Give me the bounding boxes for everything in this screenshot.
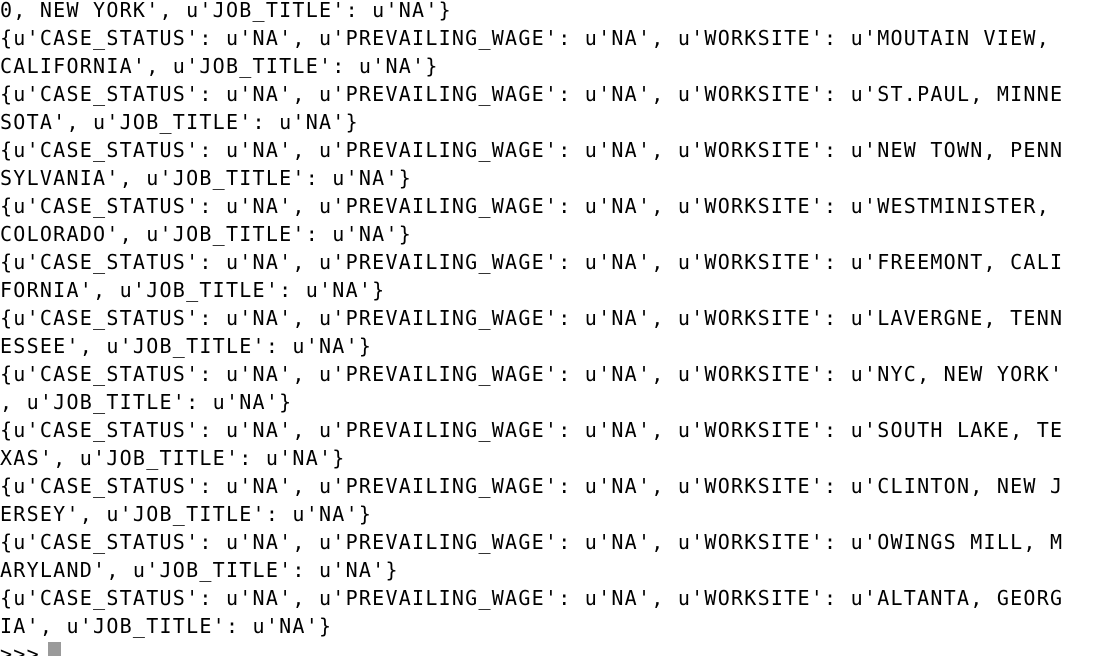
output-line: , u'JOB_TITLE': u'NA'} — [0, 390, 293, 414]
output-line: {u'CASE_STATUS': u'NA', u'PREVAILING_WAG… — [0, 362, 1064, 386]
output-line: {u'CASE_STATUS': u'NA', u'PREVAILING_WAG… — [0, 26, 1064, 50]
output-line: {u'CASE_STATUS': u'NA', u'PREVAILING_WAG… — [0, 418, 1064, 442]
output-line: {u'CASE_STATUS': u'NA', u'PREVAILING_WAG… — [0, 586, 1064, 610]
output-line: FORNIA', u'JOB_TITLE': u'NA'} — [0, 278, 386, 302]
output-line: XAS', u'JOB_TITLE': u'NA'} — [0, 446, 346, 470]
command-prompt-line[interactable]: >>> — [0, 640, 1063, 656]
output-line: {u'CASE_STATUS': u'NA', u'PREVAILING_WAG… — [0, 138, 1064, 162]
output-line: ARYLAND', u'JOB_TITLE': u'NA'} — [0, 558, 399, 582]
prompt-symbol: >>> — [0, 642, 40, 656]
output-line: {u'CASE_STATUS': u'NA', u'PREVAILING_WAG… — [0, 474, 1064, 498]
output-line: {u'CASE_STATUS': u'NA', u'PREVAILING_WAG… — [0, 194, 1064, 218]
output-line: {u'CASE_STATUS': u'NA', u'PREVAILING_WAG… — [0, 82, 1064, 106]
output-line: SOTA', u'JOB_TITLE': u'NA'} — [0, 110, 359, 134]
text-cursor — [47, 642, 61, 656]
output-line: CALIFORNIA', u'JOB_TITLE': u'NA'} — [0, 54, 439, 78]
terminal-output: 0, NEW YORK', u'JOB_TITLE': u'NA'} {u'CA… — [0, 0, 1063, 656]
terminal-window[interactable]: 0, NEW YORK', u'JOB_TITLE': u'NA'} {u'CA… — [0, 0, 1110, 656]
output-line: {u'CASE_STATUS': u'NA', u'PREVAILING_WAG… — [0, 530, 1064, 554]
output-line: COLORADO', u'JOB_TITLE': u'NA'} — [0, 222, 413, 246]
output-line: ERSEY', u'JOB_TITLE': u'NA'} — [0, 502, 373, 526]
output-line: 0, NEW YORK', u'JOB_TITLE': u'NA'} — [0, 0, 452, 22]
output-line: {u'CASE_STATUS': u'NA', u'PREVAILING_WAG… — [0, 306, 1064, 330]
output-line: IA', u'JOB_TITLE': u'NA'} — [0, 614, 333, 638]
output-line: ESSEE', u'JOB_TITLE': u'NA'} — [0, 334, 373, 358]
output-line: {u'CASE_STATUS': u'NA', u'PREVAILING_WAG… — [0, 250, 1064, 274]
output-line: SYLVANIA', u'JOB_TITLE': u'NA'} — [0, 166, 413, 190]
